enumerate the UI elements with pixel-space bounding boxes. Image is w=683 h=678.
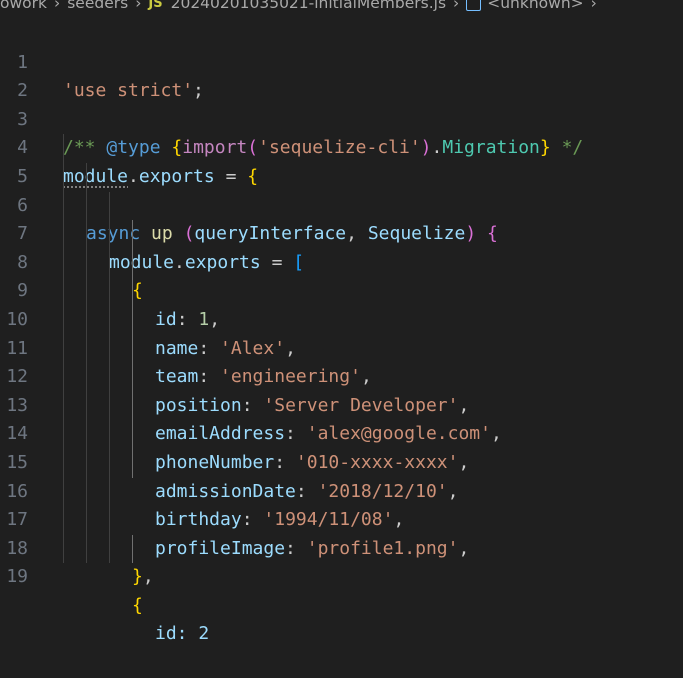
code-line[interactable]: 16 profileImage: 'profile1.png', [0, 448, 683, 559]
chevron-right-icon: › [54, 0, 61, 12]
code-line[interactable]: 17 }, [0, 477, 683, 587]
line-number: 19 [6, 566, 28, 588]
breadcrumb-symbol[interactable]: <unknown> [487, 0, 583, 12]
code-line[interactable]: 1 'use strict'; [0, 20, 683, 102]
code-line[interactable]: 15 birthday: '1994/11/08', [0, 420, 683, 530]
chevron-right-icon: › [453, 0, 460, 12]
code-line[interactable]: 6 module.exports = [ [0, 162, 683, 273]
code-line[interactable]: 12 emailAddress: 'alex@google.com', [0, 334, 683, 444]
code-line[interactable]: 2 [0, 49, 683, 101]
chevron-right-icon: › [590, 0, 597, 12]
javascript-file-icon: JS [148, 0, 163, 11]
code-line[interactable]: 14 admissionDate: '2018/12/10', [0, 391, 683, 502]
indent-guide [63, 134, 64, 163]
chevron-right-icon: › [135, 0, 142, 12]
breadcrumb: owork › seeders › JS 20240201035021-init… [0, 0, 683, 14]
code-line[interactable]: 13 phoneNumber: '010-xxxx-xxxx', [0, 363, 683, 473]
code-line[interactable]: 9 name: 'Alex', [0, 248, 683, 359]
breadcrumb-folder-owork[interactable]: owork [0, 0, 47, 12]
code-line[interactable]: 10 team: 'engineering', [0, 277, 683, 387]
code-line[interactable]: 4 module.exports = { [0, 106, 683, 187]
breadcrumb-file[interactable]: 20240201035021-initialMembers.js [171, 0, 446, 12]
code-editor[interactable]: 1 'use strict'; 2 3 /** @type {import('s… [0, 20, 683, 645]
symbol-icon [466, 0, 482, 11]
code-line[interactable]: 8 id: 1, [0, 220, 683, 330]
code-line[interactable]: 18 { [0, 506, 683, 616]
breadcrumb-folder-seeders[interactable]: seeders [67, 0, 128, 12]
code-line[interactable]: 7 { [0, 191, 683, 301]
code-line[interactable]: 3 /** @type {import('sequelize-cli').Mig… [0, 77, 683, 159]
code-line[interactable]: 5 async up (queryInterface, Sequelize) { [0, 134, 683, 244]
code-line[interactable]: 11 position: 'Server Developer', [0, 305, 683, 416]
code-line[interactable]: 19 id: 2 [0, 534, 683, 644]
